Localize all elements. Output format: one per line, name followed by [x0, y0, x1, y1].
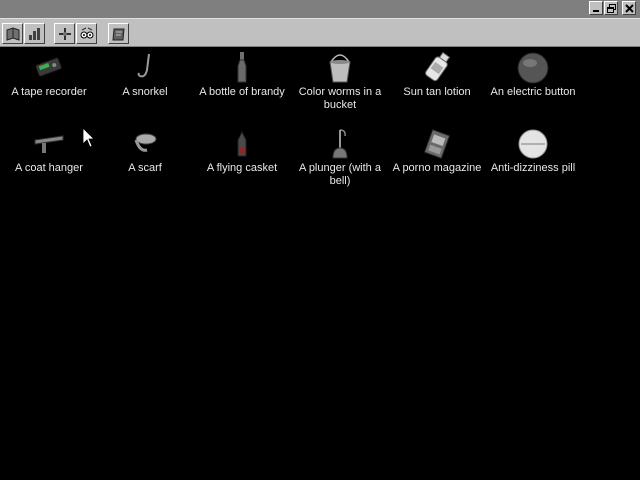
inventory-item-bucket[interactable]: Color worms in a bucket: [292, 50, 388, 112]
item-label: Anti-dizziness pill: [490, 162, 576, 174]
item-label: A scarf: [128, 162, 162, 174]
lotion-bottle-icon: [425, 51, 451, 82]
inventory-item-tape-recorder[interactable]: A tape recorder: [1, 50, 97, 99]
item-label: A plunger (with a bell): [299, 162, 381, 187]
inventory-item-flying-casket[interactable]: A flying casket: [194, 126, 290, 175]
mouse-cursor-icon: [83, 128, 95, 148]
walk-action-button[interactable]: [54, 23, 75, 44]
scarf-icon: [134, 133, 157, 152]
inventory-book-icon: [6, 26, 19, 41]
plunger-icon: [332, 129, 348, 159]
restore-icon: [606, 3, 616, 13]
talk-eyes-button[interactable]: [76, 23, 97, 44]
tape-recorder-icon: [35, 57, 62, 77]
close-icon: [624, 3, 634, 13]
walk-action-icon: [58, 27, 71, 40]
coat-hanger-icon: [34, 135, 64, 153]
item-label: A tape recorder: [11, 86, 87, 98]
item-label: A coat hanger: [15, 162, 83, 174]
inventory-item-lotion[interactable]: Sun tan lotion: [389, 50, 485, 99]
item-label: Sun tan lotion: [403, 86, 471, 98]
inventory-item-scarf[interactable]: A scarf: [97, 126, 193, 175]
chart-button[interactable]: [24, 23, 45, 44]
inventory-item-magazine[interactable]: A porno magazine: [389, 126, 485, 175]
close-button[interactable]: [622, 1, 636, 15]
inventory-item-electric-button[interactable]: An electric button: [485, 50, 581, 99]
item-label: Color worms in a bucket: [298, 86, 382, 111]
inventory-item-plunger[interactable]: A plunger (with a bell): [292, 126, 388, 188]
inventory-grid: A tape recorder A snorkel A bottle of br…: [0, 48, 640, 480]
toolbar: [0, 18, 640, 47]
brandy-bottle-icon: [237, 52, 247, 83]
minimize-button[interactable]: [589, 1, 603, 15]
item-label: A porno magazine: [392, 162, 482, 174]
notebook-icon: [111, 28, 125, 40]
inventory-item-snorkel[interactable]: A snorkel: [97, 50, 193, 99]
notebook-button[interactable]: [108, 23, 129, 44]
inventory-item-pill[interactable]: Anti-dizziness pill: [485, 126, 581, 175]
title-bar: [0, 0, 640, 18]
magazine-icon: [423, 129, 451, 159]
minimize-icon: [593, 10, 599, 12]
item-label: A bottle of brandy: [199, 86, 285, 98]
chart-icon: [28, 27, 40, 40]
restore-button[interactable]: [604, 1, 618, 15]
pill-icon: [518, 129, 548, 159]
item-label: A snorkel: [122, 86, 168, 98]
inventory-book-button[interactable]: [2, 23, 23, 44]
item-label: An electric button: [490, 86, 576, 98]
flying-casket-icon: [237, 130, 247, 157]
snorkel-icon: [137, 53, 150, 78]
bucket-icon: [329, 54, 351, 83]
inventory-item-brandy[interactable]: A bottle of brandy: [194, 50, 290, 99]
talk-eyes-icon: [80, 27, 93, 38]
item-label: A flying casket: [206, 162, 278, 174]
electric-button-icon: [517, 52, 549, 84]
